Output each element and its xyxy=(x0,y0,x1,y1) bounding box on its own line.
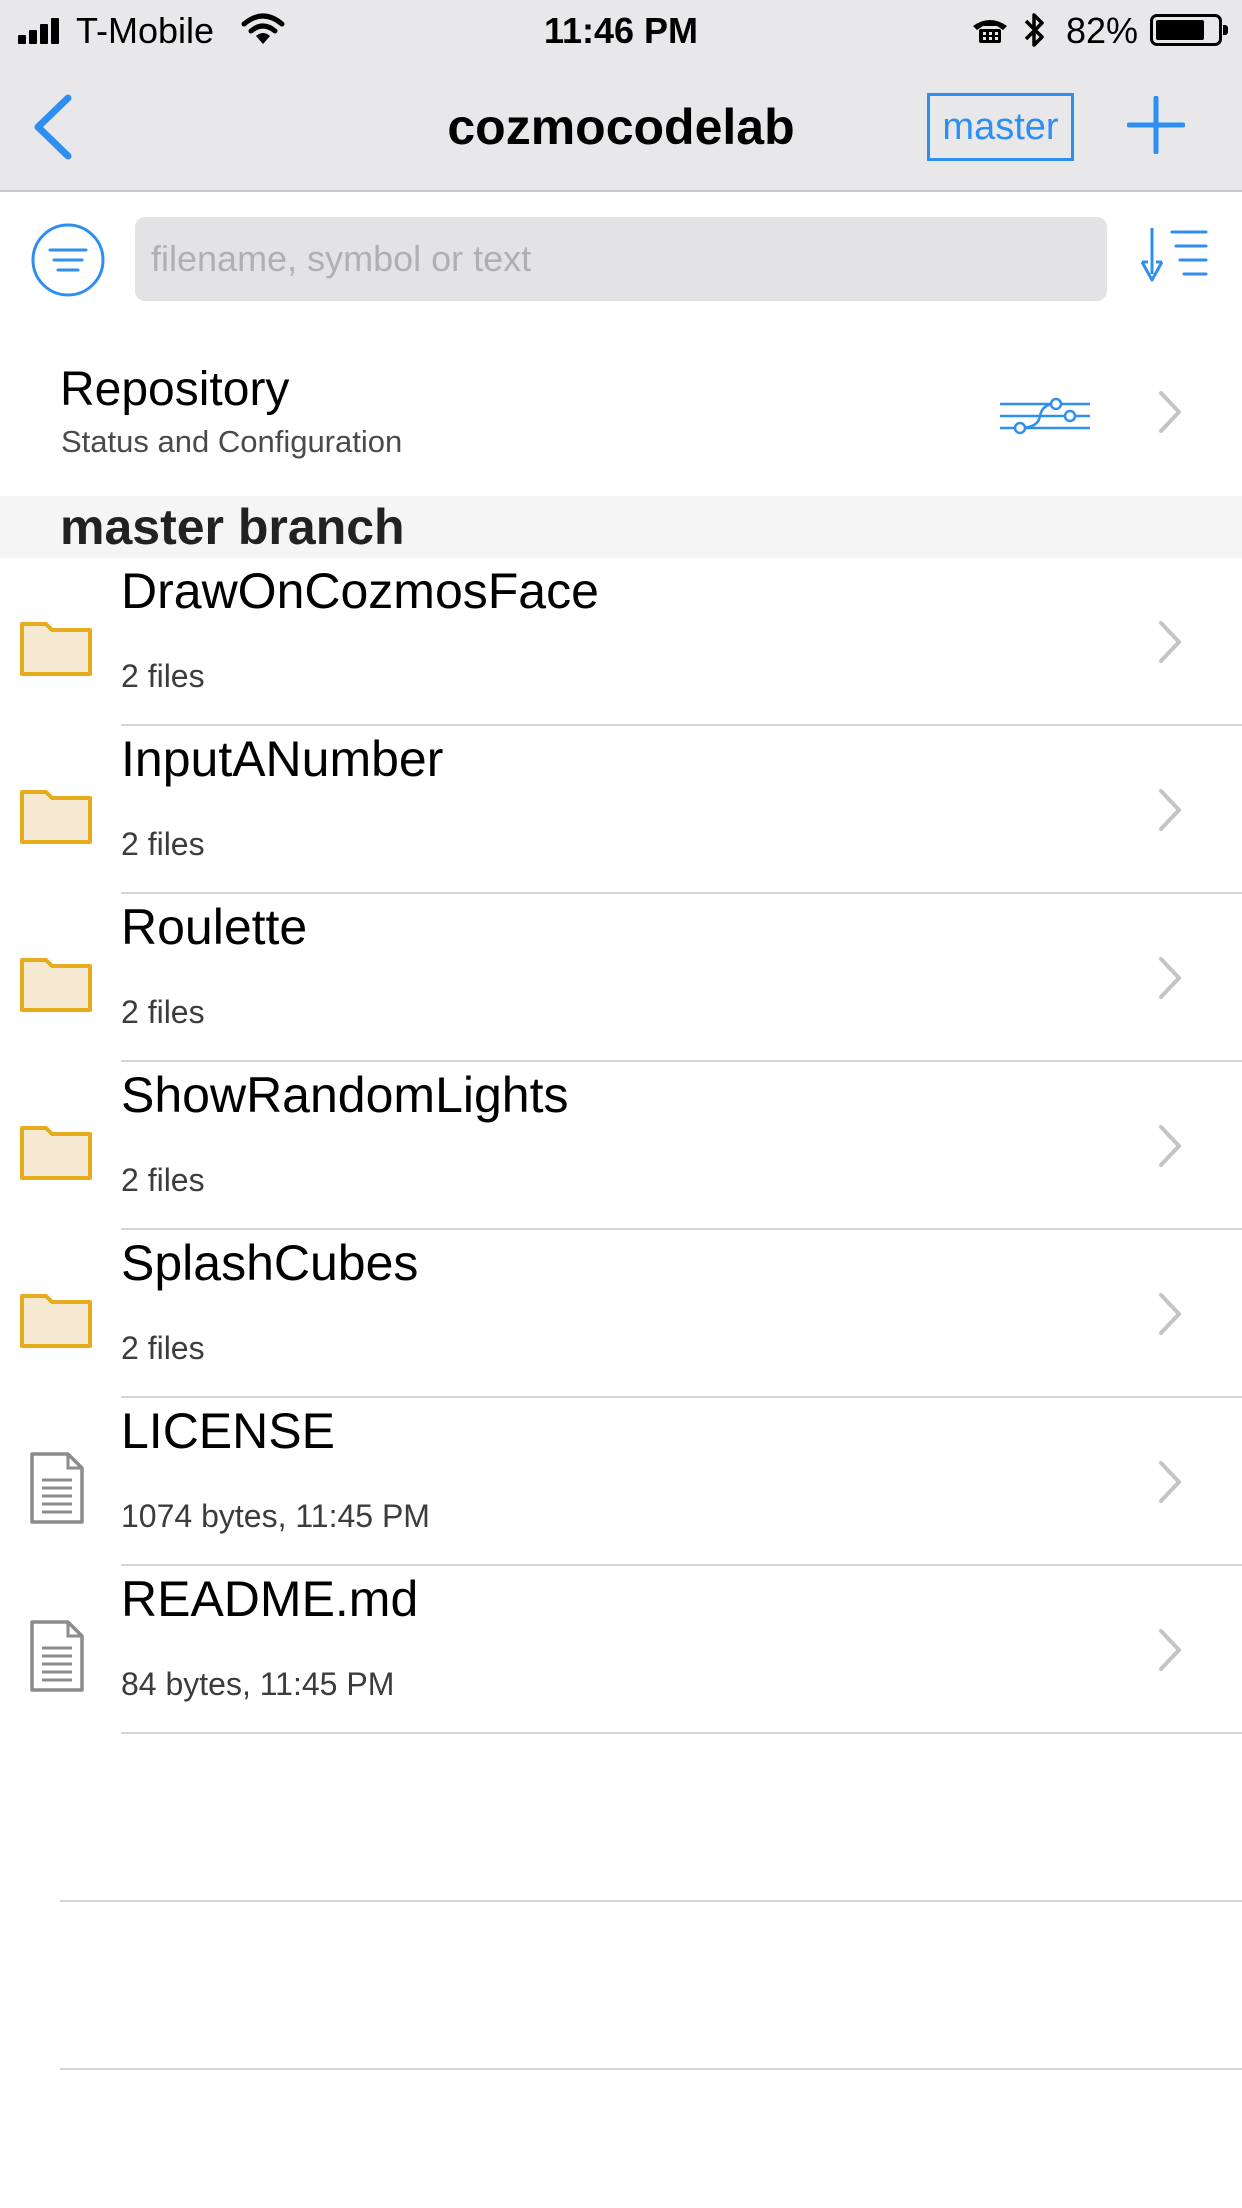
empty-row-divider xyxy=(60,2068,1242,2070)
bluetooth-icon xyxy=(1024,13,1044,47)
battery-percent: 82% xyxy=(1066,10,1139,51)
folder-icon xyxy=(20,1294,92,1348)
item-meta: 84 bytes, 11:45 PM xyxy=(121,1666,395,1702)
chevron-right-icon xyxy=(1159,1293,1181,1335)
item-name: LICENSE xyxy=(121,1403,335,1459)
item-meta: 2 files xyxy=(121,826,205,862)
item-meta: 2 files xyxy=(121,994,205,1030)
item-meta: 2 files xyxy=(121,1330,205,1366)
branch-button[interactable]: master xyxy=(927,93,1074,161)
chevron-right-icon xyxy=(1159,391,1181,433)
list-item[interactable]: README.md 84 bytes, 11:45 PM xyxy=(0,1566,1242,1734)
item-meta: 1074 bytes, 11:45 PM xyxy=(121,1498,430,1534)
item-name: Roulette xyxy=(121,899,308,955)
clock: 11:46 PM xyxy=(543,10,699,51)
item-name: DrawOnCozmosFace xyxy=(121,563,599,619)
list-item[interactable]: DrawOnCozmosFace 2 files xyxy=(0,558,1242,726)
folder-icon xyxy=(20,1126,92,1180)
section-header: master branch xyxy=(0,496,1242,558)
item-meta: 2 files xyxy=(121,1162,205,1198)
item-name: ShowRandomLights xyxy=(121,1067,569,1123)
item-meta: 2 files xyxy=(121,658,205,694)
item-name: InputANumber xyxy=(121,731,444,787)
row-divider xyxy=(121,1732,1242,1734)
tty-icon xyxy=(973,20,1007,43)
folder-icon xyxy=(20,958,92,1012)
list-item[interactable]: InputANumber 2 files xyxy=(0,726,1242,894)
search-input[interactable] xyxy=(135,217,1107,301)
chevron-right-icon xyxy=(1159,957,1181,999)
list-item[interactable]: LICENSE 1074 bytes, 11:45 PM xyxy=(0,1398,1242,1566)
repository-title: Repository xyxy=(60,363,290,416)
empty-row-divider xyxy=(60,1900,1242,1902)
top-bar: T-Mobile 11:46 PM 82% cozmocodelab maste… xyxy=(0,0,1242,192)
repository-subtitle: Status and Configuration xyxy=(61,424,403,459)
battery-icon xyxy=(1150,14,1228,46)
folder-icon xyxy=(20,622,92,676)
repository-row[interactable]: Repository Status and Configuration xyxy=(0,340,1242,496)
filter-menu-icon[interactable] xyxy=(30,222,106,298)
sort-icon[interactable] xyxy=(1134,224,1210,290)
list-item[interactable]: Roulette 2 files xyxy=(0,894,1242,1062)
branches-icon xyxy=(1000,397,1090,435)
chevron-right-icon xyxy=(1159,789,1181,831)
section-label: master branch xyxy=(60,499,405,555)
file-list: DrawOnCozmosFace 2 files InputANumber 2 … xyxy=(0,558,1242,1734)
item-name: SplashCubes xyxy=(121,1235,419,1291)
chevron-right-icon xyxy=(1159,1125,1181,1167)
folder-icon xyxy=(20,790,92,844)
list-item[interactable]: SplashCubes 2 files xyxy=(0,1230,1242,1398)
status-bar: T-Mobile 11:46 PM 82% xyxy=(0,0,1242,60)
chevron-right-icon xyxy=(1159,1461,1181,1503)
item-name: README.md xyxy=(121,1571,419,1627)
chevron-right-icon xyxy=(1159,1629,1181,1671)
plus-icon[interactable] xyxy=(1127,96,1185,154)
document-icon xyxy=(30,1620,84,1692)
chevron-right-icon xyxy=(1159,621,1181,663)
list-item[interactable]: ShowRandomLights 2 files xyxy=(0,1062,1242,1230)
document-icon xyxy=(30,1452,84,1524)
